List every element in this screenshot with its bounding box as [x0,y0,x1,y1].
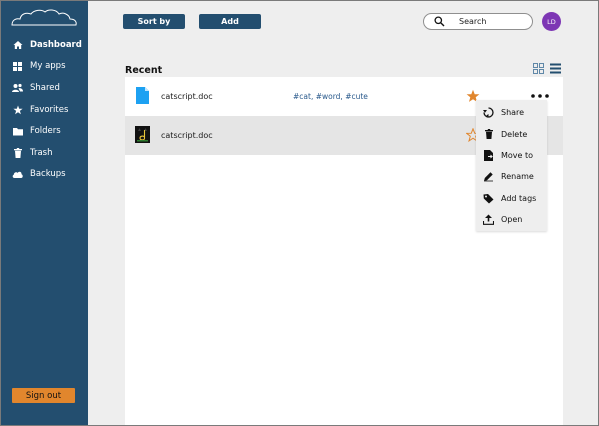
cat-thumbnail-icon [135,126,150,143]
sidebar-item-my-apps[interactable]: My apps [1,56,88,78]
sidebar-item-folders[interactable]: Folders [1,120,88,142]
file-name: catscript.doc [161,131,213,140]
context-menu: Share Delete Move to Rename Add tags Ope… [476,100,547,231]
list-view-icon[interactable] [550,63,561,74]
grid-icon [12,61,23,72]
tag-icon [483,193,494,204]
home-icon [12,39,23,50]
trash-icon [12,147,23,158]
sidebar-item-label: My apps [30,61,66,72]
sidebar-item-label: Folders [30,126,61,137]
star-icon [12,104,23,115]
sign-out-button[interactable]: Sign out [12,388,75,403]
menu-item-share[interactable]: Share [476,102,547,123]
menu-item-label: Delete [501,129,528,139]
sidebar: Dashboard My apps Shared Favorites Folde… [1,1,88,425]
menu-item-label: Add tags [501,193,537,203]
cloud-icon [12,169,23,180]
menu-item-label: Open [501,215,523,225]
sidebar-item-trash[interactable]: Trash [1,142,88,164]
menu-item-delete[interactable]: Delete [476,123,547,144]
sort-by-button[interactable]: Sort by [123,14,185,29]
file-tags[interactable]: #cat, #word, #cute [293,92,368,101]
sidebar-item-favorites[interactable]: Favorites [1,99,88,121]
menu-item-move-to[interactable]: Move to [476,145,547,166]
add-button[interactable]: Add [199,14,261,29]
avatar[interactable]: LD [542,12,561,31]
folder-icon [12,126,23,137]
users-icon [12,82,23,93]
cloud-logo-icon [11,9,77,26]
upload-icon [483,214,494,225]
sidebar-item-backups[interactable]: Backups [1,164,88,186]
sidebar-item-label: Trash [30,147,53,158]
sidebar-nav: Dashboard My apps Shared Favorites Folde… [1,34,88,185]
search-placeholder: Search [459,17,487,26]
sidebar-item-label: Backups [30,169,66,180]
search-icon [434,16,445,27]
search-input[interactable]: Search [423,13,533,30]
share-icon [483,107,494,118]
document-icon [136,87,149,104]
sidebar-item-dashboard[interactable]: Dashboard [1,34,88,56]
menu-item-open[interactable]: Open [476,209,547,230]
menu-item-label: Move to [501,150,534,160]
file-name: catscript.doc [161,92,213,101]
grid-view-icon[interactable] [533,63,544,74]
section-title: Recent [125,65,163,76]
menu-item-rename[interactable]: Rename [476,166,547,187]
move-file-icon [483,149,494,161]
sidebar-item-label: Dashboard [30,39,82,50]
sidebar-item-label: Favorites [30,104,69,115]
trash-icon [483,129,494,140]
pencil-icon [483,171,494,182]
menu-item-label: Share [501,108,525,118]
menu-item-label: Rename [501,172,534,182]
menu-item-add-tags[interactable]: Add tags [476,188,547,209]
app-window: Dashboard My apps Shared Favorites Folde… [0,0,599,426]
sidebar-item-label: Shared [30,82,60,93]
sidebar-item-shared[interactable]: Shared [1,77,88,99]
